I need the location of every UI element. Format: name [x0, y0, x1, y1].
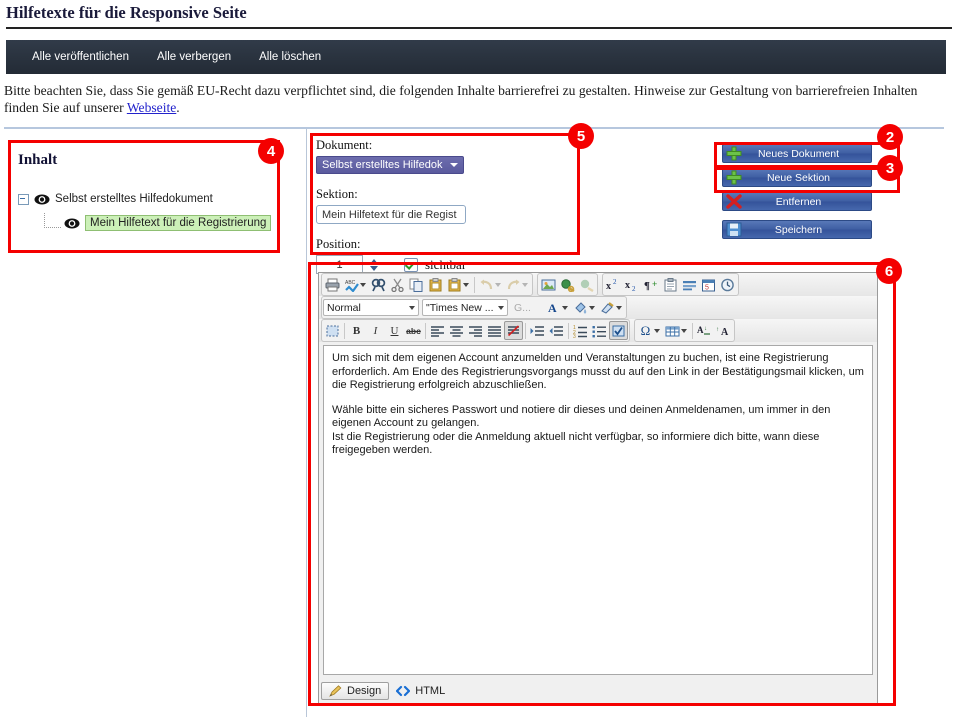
notice-text-end: .: [176, 100, 180, 115]
button-label: Entfernen: [775, 195, 822, 208]
nav-hide-all[interactable]: Alle verbergen: [143, 40, 245, 74]
callout-box-2: [714, 142, 900, 168]
callout-badge-4: 4: [258, 138, 284, 164]
callout-badge-2: 2: [877, 124, 903, 150]
nav-publish-all[interactable]: Alle veröffentlichen: [18, 40, 143, 74]
callout-box-3: [714, 167, 900, 193]
callout-badge-5: 5: [568, 123, 594, 149]
nav-delete-all[interactable]: Alle löschen: [245, 40, 335, 74]
callout-badge-3: 3: [877, 155, 903, 181]
page-title: Hilfetexte für die Responsive Seite: [6, 3, 247, 22]
save-button[interactable]: Speichern: [722, 220, 872, 239]
x-red-icon: [726, 194, 742, 209]
callout-badge-6: 6: [876, 258, 902, 284]
notice-link[interactable]: Webseite: [127, 100, 176, 115]
top-toolbar: Alle veröffentlichen Alle verbergen Alle…: [6, 40, 946, 74]
callout-box-4: [8, 140, 280, 253]
save-disk-icon: [726, 222, 742, 237]
panel-divider: [306, 129, 307, 717]
callout-box-6: [308, 262, 896, 706]
title-divider: [6, 27, 952, 29]
callout-box-5: [310, 133, 580, 255]
button-label: Speichern: [774, 223, 823, 236]
remove-button[interactable]: Entfernen: [722, 192, 872, 211]
accessibility-notice: Bitte beachten Sie, dass Sie gemäß EU-Re…: [4, 82, 934, 116]
